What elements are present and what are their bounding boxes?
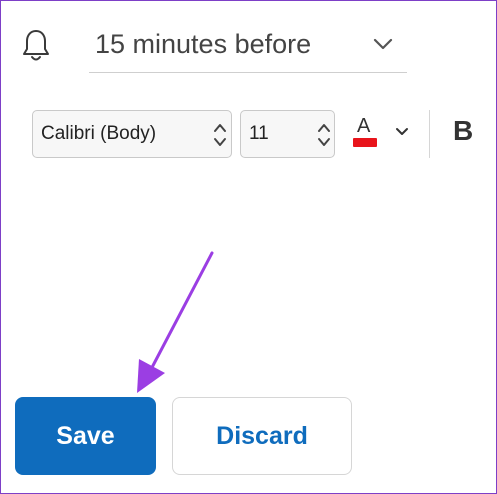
reminder-dropdown[interactable]: 15 minutes before [89, 23, 407, 73]
font-name-value: Calibri (Body) [41, 123, 157, 144]
stepper-arrows-icon [214, 124, 226, 146]
annotation-arrow-icon [137, 251, 214, 393]
font-color-chevron-icon[interactable] [395, 127, 409, 137]
reminder-value: 15 minutes before [95, 29, 312, 59]
bold-button[interactable]: B [453, 115, 489, 153]
font-size-value: 11 [249, 123, 269, 144]
font-color-letter: A [357, 115, 371, 137]
font-color-swatch [353, 138, 377, 147]
toolbar-divider [429, 110, 430, 158]
stepper-arrows-icon [318, 124, 330, 146]
reminder-row: 15 minutes before [1, 1, 497, 81]
chevron-down-icon [373, 38, 393, 50]
font-color-button[interactable]: A [351, 113, 381, 153]
bell-icon[interactable] [21, 27, 51, 63]
save-button[interactable]: Save [15, 397, 156, 475]
discard-button[interactable]: Discard [172, 397, 352, 475]
font-name-select[interactable]: Calibri (Body) [32, 110, 232, 158]
format-toolbar: Calibri (Body) 11 A B [1, 101, 497, 171]
font-size-select[interactable]: 11 [240, 110, 335, 158]
